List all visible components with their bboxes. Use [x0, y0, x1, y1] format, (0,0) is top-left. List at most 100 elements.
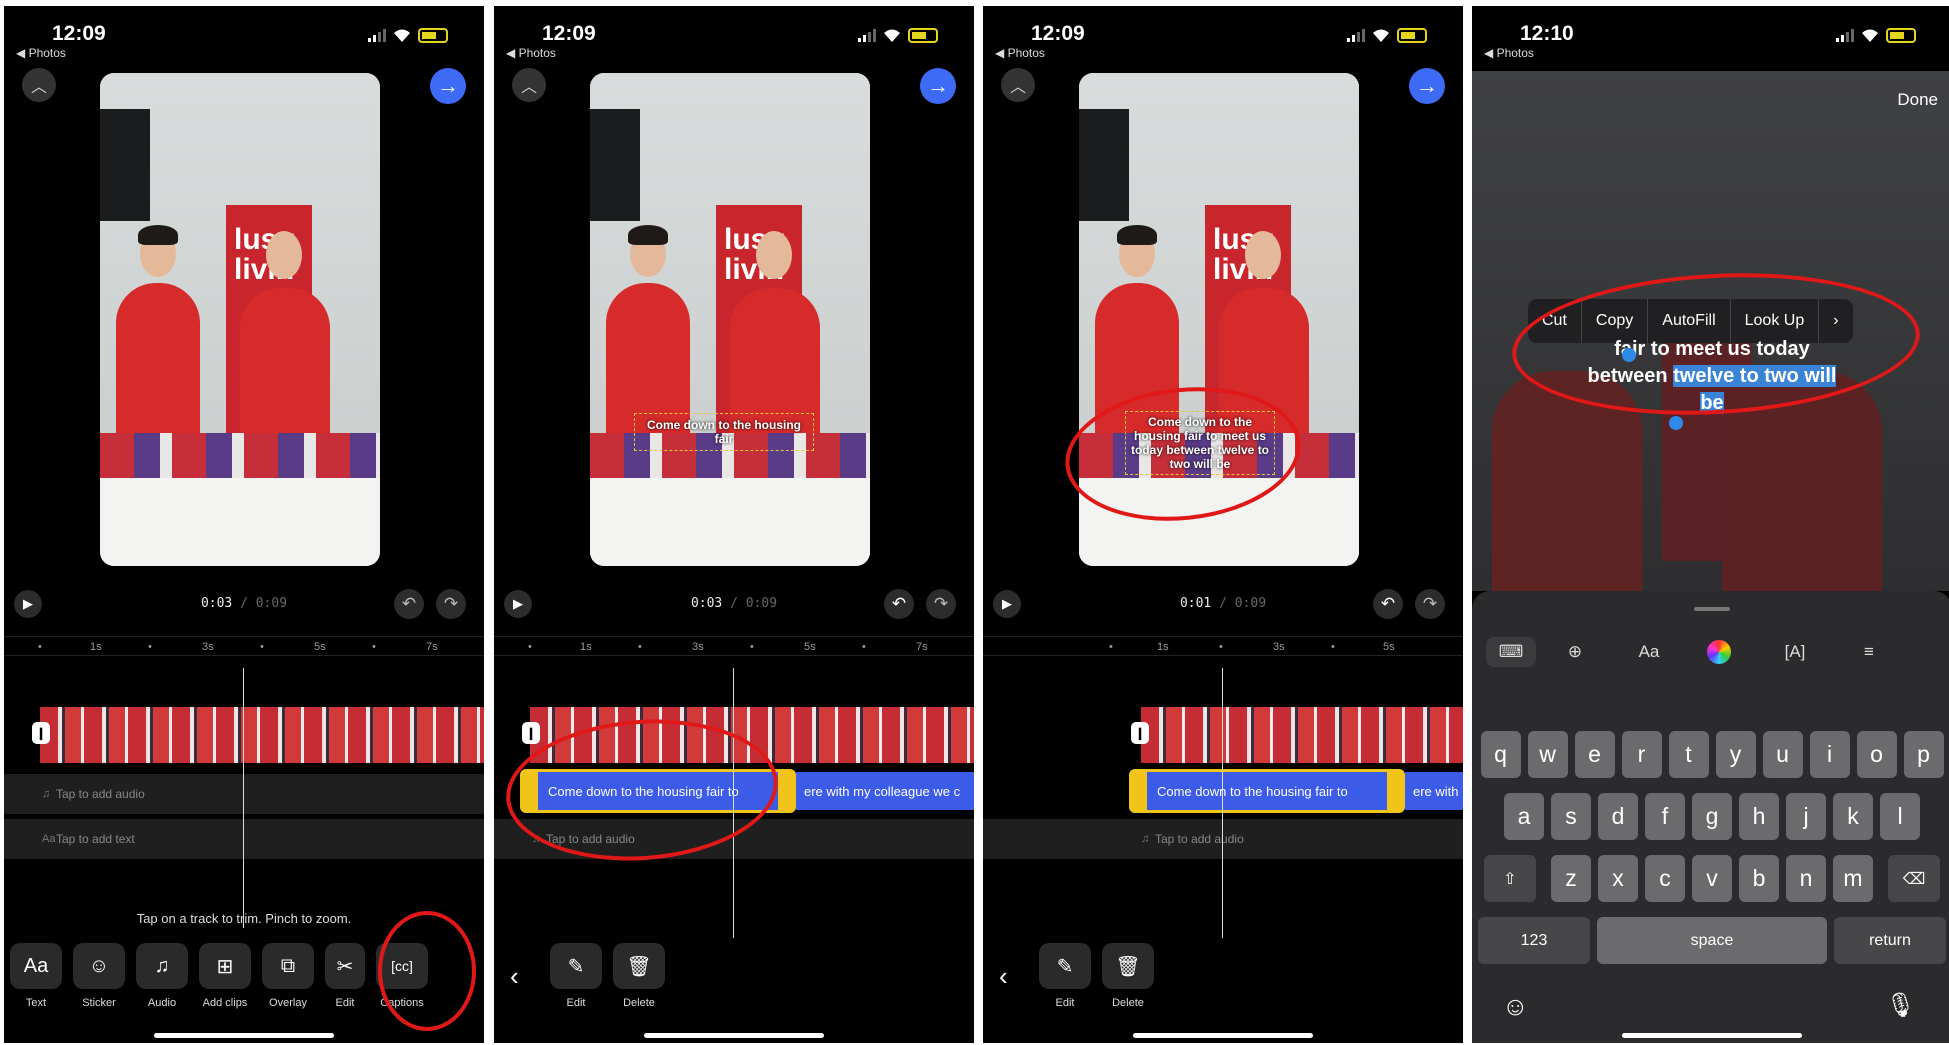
annotation-circle — [378, 911, 476, 1031]
delete-caption-button[interactable]: 🗑 Delete — [613, 943, 665, 1009]
text-track[interactable]: Aa Tap to add text — [4, 819, 484, 859]
trim-handle[interactable]: ❙ — [522, 722, 540, 744]
phone-screen-caption-added: 12:09 ◀ Photos ︿ → lusu livin Come down … — [494, 6, 974, 1043]
redo-button[interactable]: ↷ — [436, 589, 466, 619]
audio-track[interactable]: ♫ Tap to add audio — [983, 819, 1463, 859]
key-i[interactable]: i — [1809, 731, 1850, 778]
sheet-grabber[interactable] — [1694, 607, 1730, 611]
key-a[interactable]: a — [1504, 793, 1544, 840]
undo-button[interactable]: ↶ — [394, 589, 424, 619]
redo-icon: ↷ — [1422, 594, 1438, 613]
shift-key[interactable]: ⇧ — [1484, 855, 1536, 902]
next-button[interactable]: → — [920, 68, 956, 104]
redo-button[interactable]: ↷ — [1415, 589, 1445, 619]
trim-handle[interactable]: ❙ — [1131, 722, 1149, 744]
overlay-tool[interactable]: ⧉ Overlay — [262, 943, 314, 1009]
emoji-icon[interactable]: ☺ — [1502, 991, 1529, 1022]
back-to-photos-link[interactable]: ◀ Photos — [995, 46, 1045, 60]
playhead[interactable] — [243, 668, 244, 928]
status-time: 12:09 — [52, 22, 106, 45]
playhead[interactable] — [1222, 668, 1223, 938]
arrow-right-icon: → — [1416, 73, 1438, 98]
edit-caption-button[interactable]: ✎ Edit — [550, 943, 602, 1009]
font-icon[interactable]: Aa — [1624, 637, 1674, 667]
done-button[interactable]: Done — [1897, 90, 1938, 110]
key-y[interactable]: y — [1715, 731, 1756, 778]
key-b[interactable]: b — [1739, 855, 1779, 902]
undo-button[interactable]: ↶ — [1373, 589, 1403, 619]
backspace-key[interactable]: ⌫ — [1888, 855, 1940, 902]
caption-overlay[interactable]: Come down to the housing fair — [634, 413, 814, 451]
collapse-button[interactable]: ︿ — [1001, 68, 1035, 102]
video-clip-strip[interactable] — [1141, 707, 1463, 763]
phone-screen-text-edit: 12:10 ◀ Photos Done Cut Copy AutoFill Lo… — [1472, 6, 1949, 1043]
text-tool[interactable]: Aa Text — [10, 943, 62, 1009]
video-preview[interactable]: lusu livin Come down to the housing fair — [590, 73, 870, 566]
key-d[interactable]: d — [1598, 793, 1638, 840]
key-j[interactable]: j — [1786, 793, 1826, 840]
edit-caption-button[interactable]: ✎ Edit — [1039, 943, 1091, 1009]
key-s[interactable]: s — [1551, 793, 1591, 840]
wifi-icon — [394, 29, 410, 42]
back-to-photos-link[interactable]: ◀ Photos — [506, 46, 556, 60]
key-n[interactable]: n — [1786, 855, 1826, 902]
add-clips-tool[interactable]: ⊞ Add clips — [199, 943, 251, 1009]
key-o[interactable]: o — [1856, 731, 1897, 778]
keyboard-icon[interactable]: ⌨ — [1486, 637, 1536, 667]
numbers-key[interactable]: 123 — [1478, 917, 1590, 964]
space-key[interactable]: space — [1597, 917, 1827, 964]
video-preview[interactable]: lusu livin — [100, 73, 380, 566]
key-p[interactable]: p — [1903, 731, 1944, 778]
key-v[interactable]: v — [1692, 855, 1732, 902]
edit-tool[interactable]: ✂ Edit — [325, 943, 365, 1009]
undo-button[interactable]: ↶ — [884, 589, 914, 619]
signal-icon — [368, 29, 386, 42]
key-l[interactable]: l — [1880, 793, 1920, 840]
align-icon[interactable]: ≡ — [1844, 637, 1894, 667]
back-chevron-icon[interactable]: ‹ — [999, 961, 1008, 992]
text-background-icon[interactable]: [A] — [1770, 637, 1820, 667]
key-k[interactable]: k — [1833, 793, 1873, 840]
next-button[interactable]: → — [430, 68, 466, 104]
redo-button[interactable]: ↷ — [926, 589, 956, 619]
audio-track[interactable]: ♫ Tap to add audio — [4, 774, 484, 814]
key-q[interactable]: q — [1480, 731, 1521, 778]
return-key[interactable]: return — [1834, 917, 1946, 964]
key-w[interactable]: w — [1527, 731, 1568, 778]
key-t[interactable]: t — [1668, 731, 1709, 778]
selection-end-handle[interactable] — [1669, 416, 1683, 430]
audio-tool[interactable]: ♫ Audio — [136, 943, 188, 1009]
trim-handle[interactable]: ❙ — [32, 722, 50, 744]
color-wheel-icon[interactable] — [1694, 637, 1744, 667]
key-c[interactable]: c — [1645, 855, 1685, 902]
key-h[interactable]: h — [1739, 793, 1779, 840]
key-z[interactable]: z — [1551, 855, 1591, 902]
key-m[interactable]: m — [1833, 855, 1873, 902]
key-x[interactable]: x — [1598, 855, 1638, 902]
back-to-photos-link[interactable]: ◀ Photos — [16, 46, 66, 60]
delete-caption-button[interactable]: 🗑 Delete — [1102, 943, 1154, 1009]
video-clip-strip[interactable] — [40, 707, 484, 763]
key-e[interactable]: e — [1574, 731, 1615, 778]
undo-icon: ↶ — [401, 594, 417, 613]
arrow-right-icon: → — [927, 73, 949, 98]
key-row-4: 123 space return — [1472, 917, 1949, 964]
key-row-1: q w e r t y u i o p — [1472, 731, 1949, 778]
collapse-button[interactable]: ︿ — [22, 68, 56, 102]
key-u[interactable]: u — [1762, 731, 1803, 778]
collapse-button[interactable]: ︿ — [512, 68, 546, 102]
caption-clip-next[interactable]: ere with my colleague we c — [1405, 772, 1463, 810]
add-media-icon[interactable]: ⊕ — [1550, 637, 1600, 667]
caption-clip-next[interactable]: ere with my colleague we c — [796, 772, 974, 810]
back-chevron-icon[interactable]: ‹ — [510, 961, 519, 992]
arrow-right-icon: → — [437, 73, 459, 98]
back-to-photos-link[interactable]: ◀ Photos — [1484, 46, 1534, 60]
sticker-tool[interactable]: ☺ Sticker — [73, 943, 125, 1009]
caption-clip-selected[interactable]: Come down to the housing fair to — [1129, 769, 1405, 813]
key-f[interactable]: f — [1645, 793, 1685, 840]
key-g[interactable]: g — [1692, 793, 1732, 840]
microphone-icon[interactable]: 🎙 — [1886, 991, 1916, 1020]
key-r[interactable]: r — [1621, 731, 1662, 778]
undo-icon: ↶ — [1380, 594, 1396, 613]
next-button[interactable]: → — [1409, 68, 1445, 104]
